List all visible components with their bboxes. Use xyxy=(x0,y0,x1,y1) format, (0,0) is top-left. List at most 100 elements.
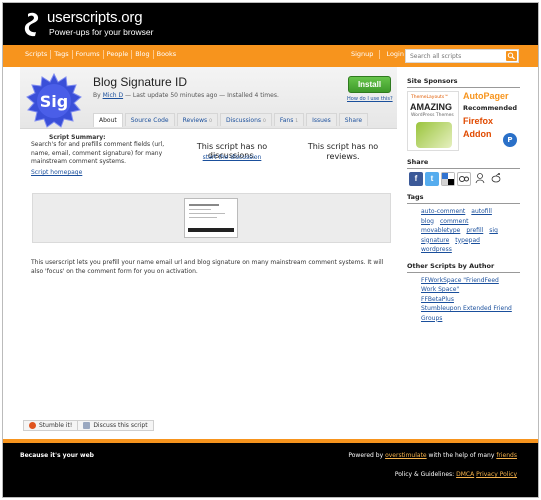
tag-link[interactable]: autofill xyxy=(471,208,492,215)
sidebar: Site Sponsors ThemeLayouts™ AMAZING Word… xyxy=(407,77,520,323)
themelayouts-ad[interactable]: ThemeLayouts™ AMAZING WordPress Themes xyxy=(407,91,459,151)
powered-mid: with the help of many xyxy=(428,452,495,459)
start-discussion-link[interactable]: start the discussion xyxy=(180,154,284,161)
other-script-link[interactable]: Work Space" xyxy=(421,285,519,295)
site-logo-text[interactable]: userscripts.org xyxy=(47,9,143,26)
tab-label: Source Code xyxy=(130,117,169,124)
update-info: — Last update 50 minutes ago — Installed… xyxy=(125,92,279,99)
search-input[interactable] xyxy=(406,50,506,62)
discuss-button[interactable]: Discuss this script xyxy=(78,421,152,430)
script-tabs: About Source Code Reviews 0 Discussions … xyxy=(93,113,370,127)
other-script-link[interactable]: FFWorkSpace "FriendFeed xyxy=(421,276,519,286)
screenshot-area xyxy=(32,193,391,243)
ad-brand: ThemeLayouts™ xyxy=(411,95,449,100)
twitter-icon[interactable]: t xyxy=(425,172,439,186)
ad-sub: WordPress Themes xyxy=(411,113,454,118)
nav-forums[interactable]: Forums xyxy=(73,50,104,59)
nav-bar: Scripts Tags Forums People Blog Books Si… xyxy=(3,45,538,67)
other-script-link[interactable]: FFBetaPlus xyxy=(421,295,519,305)
delicious-icon[interactable] xyxy=(441,172,455,186)
signup-link[interactable]: Signup xyxy=(345,50,381,59)
script-badge-icon: Sig xyxy=(26,73,82,128)
stumble-label: Stumble it! xyxy=(39,422,73,429)
footer-stripe xyxy=(3,439,538,443)
comment-icon xyxy=(83,422,91,429)
other-scripts-list: FFWorkSpace "FriendFeed Work Space" FFBe… xyxy=(407,276,519,324)
tag-link[interactable]: typepad xyxy=(455,237,480,244)
powered-prefix: Powered by xyxy=(348,452,384,459)
digg-icon[interactable] xyxy=(457,172,471,186)
overstimulate-link[interactable]: overstimulate xyxy=(385,452,427,459)
friends-link[interactable]: friends xyxy=(496,452,517,459)
tab-label: Discussions xyxy=(225,117,262,124)
screenshot-thumbnail[interactable] xyxy=(184,198,238,238)
tab-source-code[interactable]: Source Code xyxy=(124,113,175,126)
tag-link[interactable]: prefill xyxy=(466,227,483,234)
tab-issues[interactable]: Issues xyxy=(306,113,337,126)
script-header: Sig Blog Signature ID By Mich D — Last u… xyxy=(20,67,397,129)
script-byline: By Mich D — Last update 50 minutes ago —… xyxy=(93,92,279,99)
footer-slogan: Because it's your web xyxy=(20,452,94,459)
footer-policy: Policy & Guidelines: DMCA Privacy Policy xyxy=(395,471,517,478)
tab-reviews[interactable]: Reviews 0 xyxy=(176,113,218,126)
tab-label: About xyxy=(99,117,117,124)
tab-fans[interactable]: Fans 1 xyxy=(273,113,305,126)
author-link[interactable]: Mich D xyxy=(103,92,123,99)
site-footer: Because it's your web Powered by oversti… xyxy=(3,439,538,497)
tag-link[interactable]: comment xyxy=(440,218,469,225)
summary-text: Search's for and prefills comment fields… xyxy=(31,141,165,165)
nav-blog[interactable]: Blog xyxy=(132,50,154,59)
search-button[interactable] xyxy=(506,51,517,61)
tags-heading: Tags xyxy=(407,193,520,204)
tab-about[interactable]: About xyxy=(93,113,123,127)
install-button[interactable]: Install xyxy=(348,76,391,93)
tag-link[interactable]: blog xyxy=(421,218,434,225)
ad-line3: Firefox xyxy=(463,116,494,126)
tag-link[interactable]: wordpress xyxy=(421,246,452,253)
tag-link[interactable]: sig xyxy=(489,227,498,234)
badge-text: Sig xyxy=(40,92,68,111)
nav-people[interactable]: People xyxy=(104,50,133,59)
tag-list: auto-comment autofill blog comment movable… xyxy=(407,207,519,255)
tag-link[interactable]: movabletype xyxy=(421,227,460,234)
action-links: Stumble it! Discuss this script xyxy=(23,420,154,431)
tab-label: Share xyxy=(344,117,363,124)
bookmark-icon[interactable] xyxy=(473,172,487,186)
discuss-label: Discuss this script xyxy=(93,422,148,429)
reddit-icon[interactable] xyxy=(489,172,503,186)
tag-link[interactable]: auto-comment xyxy=(421,208,465,215)
facebook-icon[interactable]: f xyxy=(409,172,423,186)
sponsor-ads: ThemeLayouts™ AMAZING WordPress Themes A… xyxy=(407,91,519,151)
how-use-link[interactable]: How do I use this? xyxy=(347,96,393,102)
site-header: userscripts.org Power-ups for your brows… xyxy=(3,3,538,45)
nav-scripts[interactable]: Scripts xyxy=(22,50,52,59)
search-icon xyxy=(507,52,515,60)
tab-discussions[interactable]: Discussions 0 xyxy=(219,113,272,126)
privacy-link[interactable]: Privacy Policy xyxy=(476,471,517,478)
script-homepage-link[interactable]: Script homepage xyxy=(31,169,82,176)
footer-powered: Powered by overstimulate with the help o… xyxy=(348,452,517,459)
other-script-link[interactable]: Stumbleupon Extended Friend xyxy=(421,304,519,314)
tag-link[interactable]: signature xyxy=(421,237,449,244)
ad-line1: AutoPager xyxy=(463,91,509,101)
logo-icon xyxy=(24,12,39,37)
other-script-link[interactable]: Groups xyxy=(421,314,519,324)
stumbleupon-icon xyxy=(29,422,36,429)
tab-count: 1 xyxy=(295,119,299,124)
stumble-button[interactable]: Stumble it! xyxy=(24,421,79,430)
nav-books[interactable]: Books xyxy=(154,50,180,59)
by-prefix: By xyxy=(93,92,101,99)
site-tagline: Power-ups for your browser xyxy=(49,27,154,37)
other-scripts-heading: Other Scripts by Author xyxy=(407,262,520,273)
share-heading: Share xyxy=(407,158,520,169)
tab-share[interactable]: Share xyxy=(338,113,369,126)
share-icons: f t xyxy=(407,172,520,186)
browser-frame: userscripts.org Power-ups for your brows… xyxy=(2,2,539,498)
sponsors-heading: Site Sponsors xyxy=(407,77,520,88)
ad-line2: Recommended xyxy=(463,104,518,112)
nav-tags[interactable]: Tags xyxy=(51,50,73,59)
dmca-link[interactable]: DMCA xyxy=(456,471,474,478)
autopager-ad[interactable]: AutoPager Recommended Firefox Addon P xyxy=(462,91,519,151)
script-title: Blog Signature ID xyxy=(93,75,188,89)
no-reviews-text: This script has no reviews. xyxy=(307,142,379,161)
